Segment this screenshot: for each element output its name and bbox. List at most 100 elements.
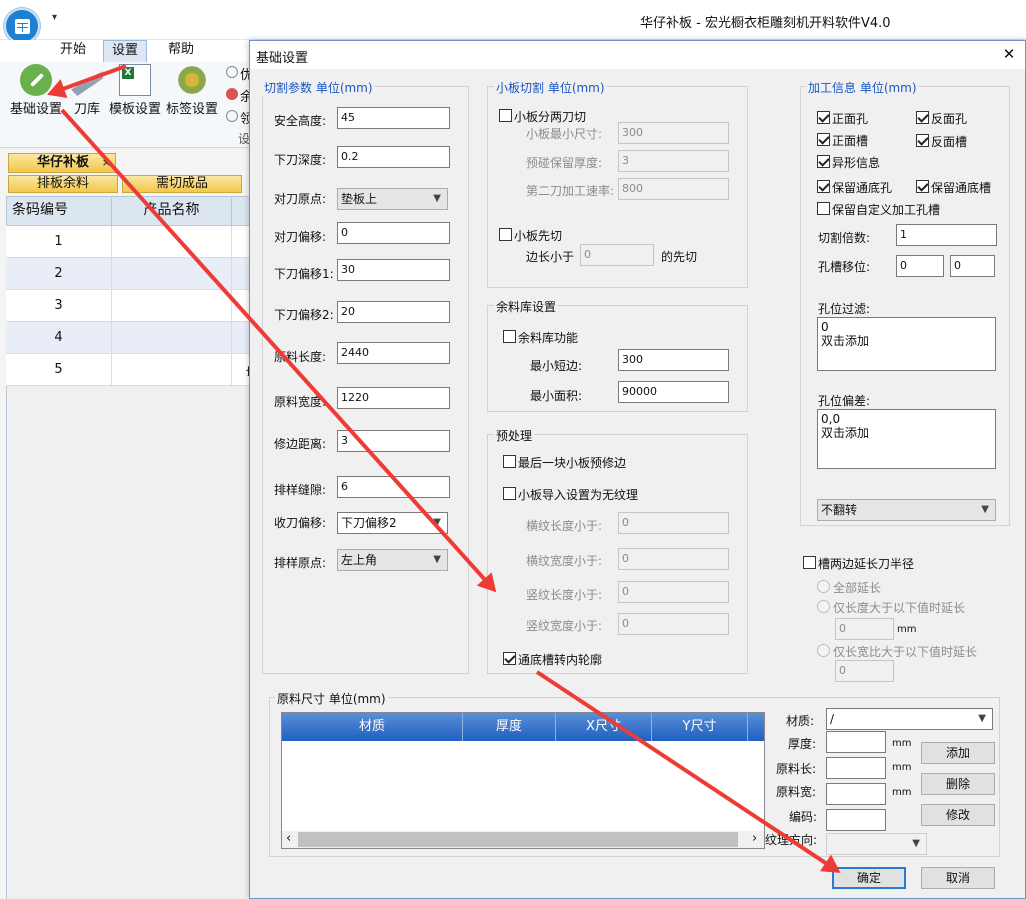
cut-multiple-input[interactable]: 1 (896, 224, 997, 246)
hole-filter-list[interactable]: 0 双击添加 (817, 317, 996, 371)
ok-button[interactable]: 确定 (832, 867, 906, 889)
menu-help[interactable]: 帮助 (160, 40, 202, 62)
scroll-left-icon[interactable]: ‹ (286, 831, 291, 846)
column-header-thickness[interactable]: 厚度 (463, 713, 556, 741)
chevron-down-icon: ▼ (981, 504, 989, 515)
keep-custom-checkbox[interactable] (817, 202, 830, 215)
h-grain-width-input[interactable]: 0 (618, 548, 729, 570)
keep-custom-label: 保留自定义加工孔槽 (832, 203, 941, 217)
table-row[interactable]: 1 (6, 226, 250, 258)
extend-ratio-input[interactable]: 0 (835, 660, 894, 682)
column-header-y-size[interactable]: Y尺寸 (652, 713, 748, 741)
safe-height-input[interactable]: 45 (337, 107, 450, 129)
v-grain-length-label: 竖纹长度小于: (526, 588, 603, 602)
thickness-input[interactable] (826, 731, 886, 753)
layout-origin-select[interactable]: 左上角 ▼ (337, 549, 448, 571)
h-grain-length-input[interactable]: 0 (618, 512, 729, 534)
table-row[interactable]: 4 (6, 322, 250, 354)
keep-through-hole-checkbox[interactable] (817, 180, 830, 193)
table-row[interactable]: 2 (6, 258, 250, 290)
thickness-unit: mm (892, 738, 912, 749)
keep-through-groove-checkbox[interactable] (916, 180, 929, 193)
add-material-button[interactable]: 添加 (921, 742, 995, 764)
code-input[interactable] (826, 809, 886, 831)
column-header-barcode[interactable]: 条码编号 (6, 196, 112, 226)
tool-origin-label: 对刀原点: (274, 192, 327, 206)
groove-contour-checkbox[interactable] (503, 652, 516, 665)
extend-length-radio[interactable] (817, 600, 830, 613)
keep-thickness-input[interactable]: 3 (618, 150, 729, 172)
groove-extend-label: 槽两边延长刀半径 (818, 557, 915, 571)
label-settings-button[interactable]: 标签设置 (165, 64, 219, 117)
h-grain-width-label: 横纹宽度小于: (526, 554, 603, 568)
stock-len-input[interactable] (826, 757, 886, 779)
tool-library-button[interactable]: 刀库 (70, 64, 104, 117)
back-groove-checkbox[interactable] (916, 134, 929, 147)
hole-shift-label: 孔槽移位: (818, 260, 871, 274)
no-grain-checkbox[interactable] (503, 487, 516, 500)
thickness-label: 厚度: (788, 737, 817, 751)
down-offset2-input[interactable]: 20 (337, 301, 450, 323)
hole-shift-y-input[interactable]: 0 (950, 255, 995, 277)
template-settings-button[interactable]: 模板设置 (108, 64, 162, 117)
second-speed-input[interactable]: 800 (618, 178, 729, 200)
extend-length-input[interactable]: 0 (835, 618, 894, 640)
stock-width-input[interactable]: 1220 (337, 387, 450, 409)
column-header-material[interactable]: 材质 (282, 713, 463, 741)
down-offset1-input[interactable]: 30 (337, 259, 450, 281)
material-select[interactable]: / ▼ (826, 708, 993, 730)
back-hole-checkbox[interactable] (916, 111, 929, 124)
tab-layout-remnant[interactable]: 排板余料 (8, 175, 118, 193)
process-info-title: 加工信息 单位(mm) (806, 79, 919, 96)
small-cut-title: 小板切割 单位(mm) (494, 79, 607, 96)
extend-ratio-radio[interactable] (817, 644, 830, 657)
min-size-input[interactable]: 300 (618, 122, 729, 144)
front-hole-checkbox[interactable] (817, 111, 830, 124)
shaped-info-label: 异形信息 (832, 156, 881, 170)
tool-offset-input[interactable]: 0 (337, 222, 450, 244)
close-icon[interactable]: ✕ (1000, 44, 1018, 64)
flip-select[interactable]: 不翻转 ▼ (817, 499, 996, 521)
tool-origin-select[interactable]: 垫板上 ▼ (337, 188, 448, 210)
app-menu-icon[interactable] (4, 8, 40, 44)
table-row[interactable]: 3 (6, 290, 250, 322)
min-short-input[interactable]: 300 (618, 349, 729, 371)
menu-home[interactable]: 开始 (52, 40, 94, 62)
menu-settings[interactable]: 设置 (103, 40, 148, 62)
tool-library-label: 刀库 (73, 102, 100, 117)
hole-deviation-list[interactable]: 0,0 双击添加 (817, 409, 996, 469)
front-groove-checkbox[interactable] (817, 133, 830, 146)
scroll-right-icon[interactable]: › (752, 831, 757, 846)
extend-all-radio[interactable] (817, 580, 830, 593)
tab-parts-to-cut[interactable]: 需切成品 (122, 175, 242, 193)
groove-extend-checkbox[interactable] (803, 556, 816, 569)
stock-length-input[interactable]: 2440 (337, 342, 450, 364)
two-cut-checkbox[interactable] (499, 109, 512, 122)
cut-multiple-label: 切割倍数: (818, 231, 871, 245)
chevron-down-icon: ▼ (433, 554, 441, 565)
column-header-product[interactable]: 产品名称 (112, 196, 232, 226)
v-grain-length-input[interactable]: 0 (618, 581, 729, 603)
edge-length-input[interactable]: 0 (580, 244, 654, 266)
min-area-input[interactable]: 90000 (618, 381, 729, 403)
stock-wid-input[interactable] (826, 783, 886, 805)
table-row[interactable]: 5 切 (6, 354, 259, 386)
last-trim-checkbox[interactable] (503, 455, 516, 468)
hole-shift-x-input[interactable]: 0 (896, 255, 944, 277)
quick-access-dropdown-icon[interactable]: ▾ (52, 12, 57, 23)
scrollbar-thumb[interactable] (298, 832, 738, 847)
shaped-info-checkbox[interactable] (817, 155, 830, 168)
cut-depth-input[interactable]: 0.2 (337, 146, 450, 168)
remnant-enable-checkbox[interactable] (503, 330, 516, 343)
v-grain-width-input[interactable]: 0 (618, 613, 729, 635)
delete-material-button[interactable]: 删除 (921, 773, 995, 795)
preprocess-title: 预处理 (494, 427, 535, 444)
layout-origin-label: 排样原点: (274, 556, 327, 570)
extend-ratio-label: 仅长宽比大于以下值时延长 (833, 645, 978, 659)
window-title: 华仔补板 - 宏光橱衣柜雕刻机开料软件V4.0 (640, 16, 891, 31)
first-cut-checkbox[interactable] (499, 228, 512, 241)
modify-material-button[interactable]: 修改 (921, 804, 995, 826)
keep-through-hole-label: 保留通底孔 (832, 181, 893, 195)
grain-direction-select[interactable]: ▼ (826, 833, 927, 855)
cancel-button[interactable]: 取消 (921, 867, 995, 889)
